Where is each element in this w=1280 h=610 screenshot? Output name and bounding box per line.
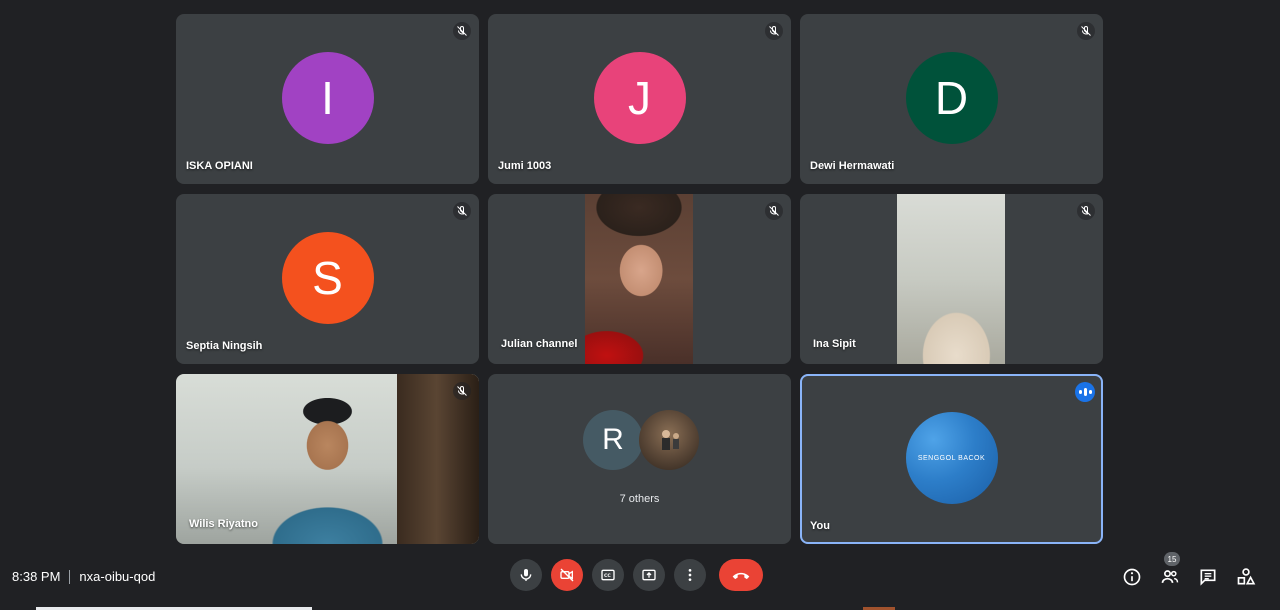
participant-tile[interactable]: I ISKA OPIANI bbox=[176, 14, 479, 184]
meeting-code: nxa-oibu-qod bbox=[79, 569, 156, 584]
call-controls: CC bbox=[510, 559, 772, 591]
divider bbox=[69, 569, 71, 584]
participant-tile[interactable]: Ina Sipit bbox=[800, 194, 1103, 364]
participant-avatar: S bbox=[281, 232, 374, 324]
participant-avatar: I bbox=[281, 52, 374, 144]
chat-button[interactable] bbox=[1196, 565, 1220, 589]
others-avatar-initial: R bbox=[583, 410, 643, 470]
mic-off-icon bbox=[453, 382, 471, 400]
mic-off-icon bbox=[1077, 22, 1095, 40]
svg-text:CC: CC bbox=[604, 573, 611, 579]
participant-tile[interactable]: D Dewi Hermawati bbox=[800, 14, 1103, 184]
present-button[interactable] bbox=[633, 559, 665, 591]
camera-toggle-button[interactable] bbox=[551, 559, 583, 591]
present-screen-icon bbox=[642, 569, 656, 581]
self-tile[interactable]: SENGGOL BACOK You bbox=[800, 374, 1103, 544]
mic-button[interactable] bbox=[510, 559, 542, 591]
captions-button[interactable]: CC bbox=[592, 559, 624, 591]
activities-button[interactable] bbox=[1234, 565, 1258, 589]
meeting-details: 8:38 PM nxa-oibu-qod bbox=[12, 569, 155, 584]
participant-name: Septia Ningsih bbox=[186, 340, 263, 352]
speaking-indicator-icon bbox=[1075, 382, 1095, 402]
participant-tile[interactable]: Wilis Riyatno bbox=[176, 374, 479, 544]
more-options-button[interactable] bbox=[674, 559, 706, 591]
participant-name: ISKA OPIANI bbox=[186, 160, 253, 172]
participant-name: Wilis Riyatno bbox=[189, 518, 258, 530]
mic-off-icon bbox=[1077, 202, 1095, 220]
others-count-label: 7 others bbox=[619, 493, 660, 505]
participant-name: Dewi Hermawati bbox=[810, 160, 895, 172]
participant-name: Jumi 1003 bbox=[498, 160, 552, 172]
end-call-icon bbox=[732, 572, 750, 580]
participant-tile[interactable]: S Septia Ningsih bbox=[176, 194, 479, 364]
others-avatar-photo bbox=[639, 410, 699, 470]
participant-tile[interactable]: J Jumi 1003 bbox=[488, 14, 791, 184]
participant-name: Ina Sipit bbox=[813, 338, 856, 350]
participant-avatar: J bbox=[593, 52, 686, 144]
camera-off-icon bbox=[560, 568, 574, 582]
people-icon bbox=[1161, 570, 1179, 583]
people-count-badge: 15 bbox=[1164, 552, 1180, 566]
mic-off-icon bbox=[765, 22, 783, 40]
participant-name: Julian channel bbox=[501, 338, 578, 350]
bottom-toolbar: 8:38 PM nxa-oibu-qod CC 15 bbox=[0, 552, 1280, 599]
participant-video bbox=[585, 194, 693, 364]
side-panel-controls: 15 bbox=[1106, 552, 1258, 589]
current-time: 8:38 PM bbox=[12, 569, 61, 584]
self-avatar-text: SENGGOL BACOK bbox=[917, 454, 986, 462]
leave-call-button[interactable] bbox=[719, 559, 763, 591]
more-vert-icon bbox=[688, 569, 692, 581]
chat-icon bbox=[1200, 569, 1216, 586]
others-avatars: R bbox=[583, 410, 699, 470]
info-icon bbox=[1123, 568, 1141, 586]
meeting-info-button[interactable] bbox=[1120, 565, 1144, 589]
captions-icon: CC bbox=[601, 569, 615, 581]
mic-off-icon bbox=[453, 202, 471, 220]
people-button[interactable]: 15 bbox=[1158, 552, 1182, 589]
activities-icon bbox=[1237, 568, 1256, 585]
participant-tile[interactable]: Julian channel bbox=[488, 194, 791, 364]
others-tile[interactable]: R 7 others bbox=[488, 374, 791, 544]
participant-avatar: D bbox=[905, 52, 998, 144]
participant-grid: I ISKA OPIANI J Jumi 1003 D Dewi Hermawa… bbox=[176, 14, 1104, 544]
mic-off-icon bbox=[765, 202, 783, 220]
participant-name: You bbox=[810, 520, 830, 532]
mic-off-icon bbox=[453, 22, 471, 40]
mic-icon bbox=[520, 569, 532, 581]
self-avatar: SENGGOL BACOK bbox=[905, 412, 998, 504]
participant-video bbox=[897, 194, 1005, 364]
